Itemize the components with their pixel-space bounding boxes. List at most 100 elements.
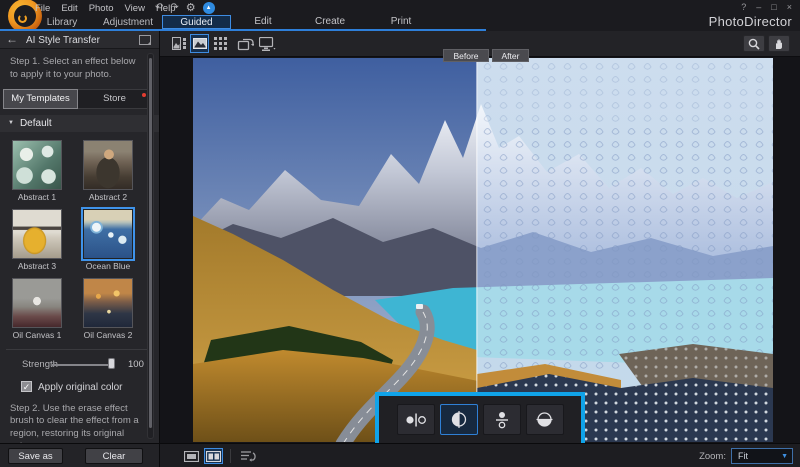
menu-view[interactable]: View [125,3,145,14]
group-name: Default [20,118,52,129]
after-tab[interactable]: After [492,49,529,62]
quick-actions: ↶ ↷ ⚙ ▲ [155,1,215,15]
side-by-side-icon [405,412,427,428]
help-button[interactable]: ? [741,2,746,12]
viewer-icon [193,38,207,49]
strength-slider-track[interactable] [52,364,114,366]
browser-mode-button[interactable] [211,34,230,53]
template-ocean-blue[interactable]: Ocean Blue [83,209,133,271]
before-tab[interactable]: Before [443,49,489,62]
apply-original-color-checkbox[interactable]: ✓ [21,381,32,392]
template-source-tabs: My Templates Store [3,89,152,109]
browser-and-viewer-button[interactable] [170,34,189,53]
main-area: Before After [160,31,800,467]
browser-and-viewer-icon [172,37,187,50]
menu-edit[interactable]: Edit [61,3,77,14]
zoom-dropdown[interactable]: Fit ▼ [731,448,793,464]
compare-side-by-side-button[interactable] [397,404,435,435]
statusbar: Zoom: Fit ▼ [160,443,800,467]
template-label: Oil Canvas 2 [83,330,133,340]
template-label: Abstract 2 [83,192,133,202]
secondary-display-button[interactable] [258,34,277,53]
compare-split-top-bottom-button[interactable] [526,404,564,435]
apply-original-color-label: Apply original color [38,382,123,393]
hand-icon [773,38,785,50]
logo-swirl [18,14,27,23]
template-thumb-oil-canvas-1[interactable] [12,278,62,328]
settings-gear-icon[interactable]: ⚙ [186,2,196,14]
titlebar: File Edit Photo View Help ↶ ↷ ⚙ ▲ ? – □ … [0,0,800,31]
template-thumb-ocean-blue-selected[interactable] [83,209,133,259]
menu-file[interactable]: File [35,3,50,14]
ai-style-transfer-panel: ← AI Style Transfer Step 1. Select an ef… [0,31,160,443]
template-label: Oil Canvas 1 [12,330,62,340]
step2-instructions: Step 2. Use the erase effect brush to cl… [0,396,150,443]
zoom-value: Fit [738,451,781,461]
maximize-button[interactable]: □ [771,2,776,12]
zoom-label: Zoom: [699,451,726,462]
rotate-button[interactable] [236,34,255,53]
pan-tool-button[interactable] [768,35,790,52]
compare-mode-toolbar-highlight [375,392,585,443]
template-thumb-abstract-3[interactable] [12,209,62,259]
monitor-icon [259,37,277,51]
viewer-tools [743,35,790,52]
zoom-tool-button[interactable] [743,35,765,52]
photo-image [193,58,773,442]
template-thumb-oil-canvas-2[interactable] [83,278,133,328]
statusbar-divider [230,449,231,463]
single-view-icon [184,451,199,462]
viewer-mode-button-active[interactable] [190,34,209,53]
template-thumb-abstract-1[interactable] [12,140,62,190]
tab-guided[interactable]: Guided [162,15,231,29]
panel-scrollbar-thumb[interactable] [149,58,152,428]
minimize-button[interactable]: – [756,2,761,12]
notification-icon[interactable]: ▲ [203,2,215,14]
single-view-button[interactable] [182,448,201,464]
history-button[interactable] [238,448,257,464]
template-abstract-1[interactable]: Abstract 1 [12,140,62,202]
template-grid: Abstract 1 Abstract 2 Abstract 3 Ocean B… [12,140,159,340]
tab-create[interactable]: Create [305,15,355,29]
default-group-header[interactable]: ▼ Default [0,115,159,132]
photo-canvas-area [160,57,800,443]
split-top-bottom-icon [536,411,553,428]
template-abstract-3[interactable]: Abstract 3 [12,209,62,271]
strength-slider-handle[interactable] [108,358,115,369]
photodirector-window: File Edit Photo View Help ↶ ↷ ⚙ ▲ ? – □ … [0,0,800,467]
tab-my-templates[interactable]: My Templates [3,89,78,109]
clear-button[interactable]: Clear [85,448,143,464]
window-controls: ? – □ × [741,2,792,12]
back-arrow-icon[interactable]: ← [6,32,18,46]
split-left-right-icon [450,411,468,428]
template-oil-canvas-1[interactable]: Oil Canvas 1 [12,278,62,340]
menu-photo[interactable]: Photo [89,3,114,14]
undo-icon[interactable]: ↶ [155,2,163,14]
split-divider[interactable] [476,58,478,442]
tab-edit[interactable]: Edit [245,15,281,29]
tab-store-label: Store [103,93,126,104]
tab-library[interactable]: Library [40,16,84,29]
tab-adjustment[interactable]: Adjustment [98,16,158,29]
tab-print[interactable]: Print [378,15,424,29]
redo-icon[interactable]: ↷ [170,2,178,14]
panel-footer: Save as Clear [0,443,160,467]
template-thumb-abstract-2[interactable] [83,140,133,190]
close-button[interactable]: × [787,2,792,12]
template-abstract-2[interactable]: Abstract 2 [83,140,133,202]
save-as-button[interactable]: Save as [8,448,63,464]
collapse-triangle-icon: ▼ [8,120,14,126]
compare-split-left-right-button[interactable] [440,404,478,435]
compare-top-bottom-button[interactable] [483,404,521,435]
photo-split-view[interactable] [193,58,773,442]
panel-scrollbar[interactable] [147,53,154,439]
compare-view-button-active[interactable] [204,448,223,464]
panel-options-icon[interactable] [139,35,151,45]
template-oil-canvas-2[interactable]: Oil Canvas 2 [83,278,133,340]
apply-original-color-row: ✓ Apply original color [0,380,159,396]
rotate-icon [237,37,254,51]
divider [6,349,153,350]
tab-store[interactable]: Store [78,89,152,109]
dropdown-caret-icon: ▼ [781,453,788,460]
panel-title: AI Style Transfer [26,35,100,46]
